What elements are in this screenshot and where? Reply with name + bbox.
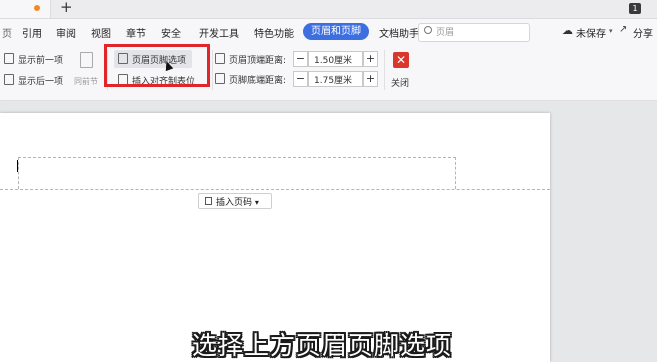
menu-item-section[interactable]: 章节 <box>126 25 146 40</box>
menu-item-developer[interactable]: 开发工具 <box>199 25 239 40</box>
tab-header-footer[interactable]: 页眉和页脚 <box>303 23 369 40</box>
chevron-down-icon[interactable]: ▾ <box>609 27 613 35</box>
cloud-icon[interactable]: ☁ <box>562 24 573 37</box>
menu-item-features[interactable]: 特色功能 <box>254 25 294 40</box>
header-boundary-line <box>0 189 550 190</box>
header-top-label: 页眉顶端距离: <box>229 56 287 66</box>
same-as-previous-button[interactable]: 同前节 <box>74 76 98 87</box>
menu-item-security[interactable]: 安全 <box>161 25 181 40</box>
show-next-icon <box>4 74 14 85</box>
footer-bottom-label: 页脚底端距离: <box>229 76 287 86</box>
header-top-decrease-button[interactable]: − <box>293 51 308 67</box>
share-icon[interactable]: ↗ <box>619 24 627 35</box>
insert-page-number-label: 插入页码 ▾ <box>216 195 259 208</box>
video-subtitle: 选择上方页眉页脚选项 <box>192 331 453 360</box>
search-icon <box>424 26 432 34</box>
unsaved-status[interactable]: 未保存 <box>576 25 606 40</box>
text-caret <box>17 160 18 172</box>
unsaved-dot-icon <box>34 5 40 11</box>
share-button[interactable]: 分享 <box>633 25 653 40</box>
chevron-down-icon: ▾ <box>254 198 259 207</box>
page-number-icon <box>205 197 212 205</box>
window-count-badge[interactable]: 1 <box>629 3 641 14</box>
show-prev-button[interactable]: 显示前一项 <box>18 53 63 66</box>
header-top-increase-button[interactable]: + <box>363 51 378 67</box>
highlight-box <box>104 44 210 87</box>
show-prev-icon <box>4 53 14 64</box>
close-header-footer-button[interactable]: ✕ <box>393 52 409 68</box>
header-area[interactable] <box>18 157 456 189</box>
header-top-value: 1.50厘米 <box>314 56 353 66</box>
show-next-button[interactable]: 显示后一项 <box>18 74 63 87</box>
document-page[interactable] <box>0 113 550 362</box>
menu-item-doc-assistant[interactable]: 文档助手 <box>379 25 419 40</box>
menu-item-partial[interactable]: 页 <box>2 25 12 40</box>
menu-item-review[interactable]: 审阅 <box>56 25 76 40</box>
footer-bottom-icon <box>215 73 225 84</box>
footer-bottom-value: 1.75厘米 <box>314 76 353 86</box>
search-placeholder: 页眉 <box>436 28 455 38</box>
same-as-previous-icon <box>80 52 93 68</box>
footer-bottom-decrease-button[interactable]: − <box>293 71 308 87</box>
close-label[interactable]: 关闭 <box>391 76 409 89</box>
document-tab[interactable] <box>0 0 51 18</box>
new-tab-button[interactable]: + <box>60 0 73 16</box>
menu-item-view[interactable]: 视图 <box>91 25 111 40</box>
search-input[interactable] <box>418 23 530 42</box>
insert-page-number-text: 插入页码 <box>216 198 253 208</box>
menu-item-references[interactable]: 引用 <box>22 25 42 40</box>
ribbon-divider <box>384 50 385 90</box>
header-top-icon <box>215 53 225 64</box>
tab-strip <box>0 0 657 19</box>
footer-bottom-increase-button[interactable]: + <box>363 71 378 87</box>
ribbon-divider <box>212 50 213 90</box>
